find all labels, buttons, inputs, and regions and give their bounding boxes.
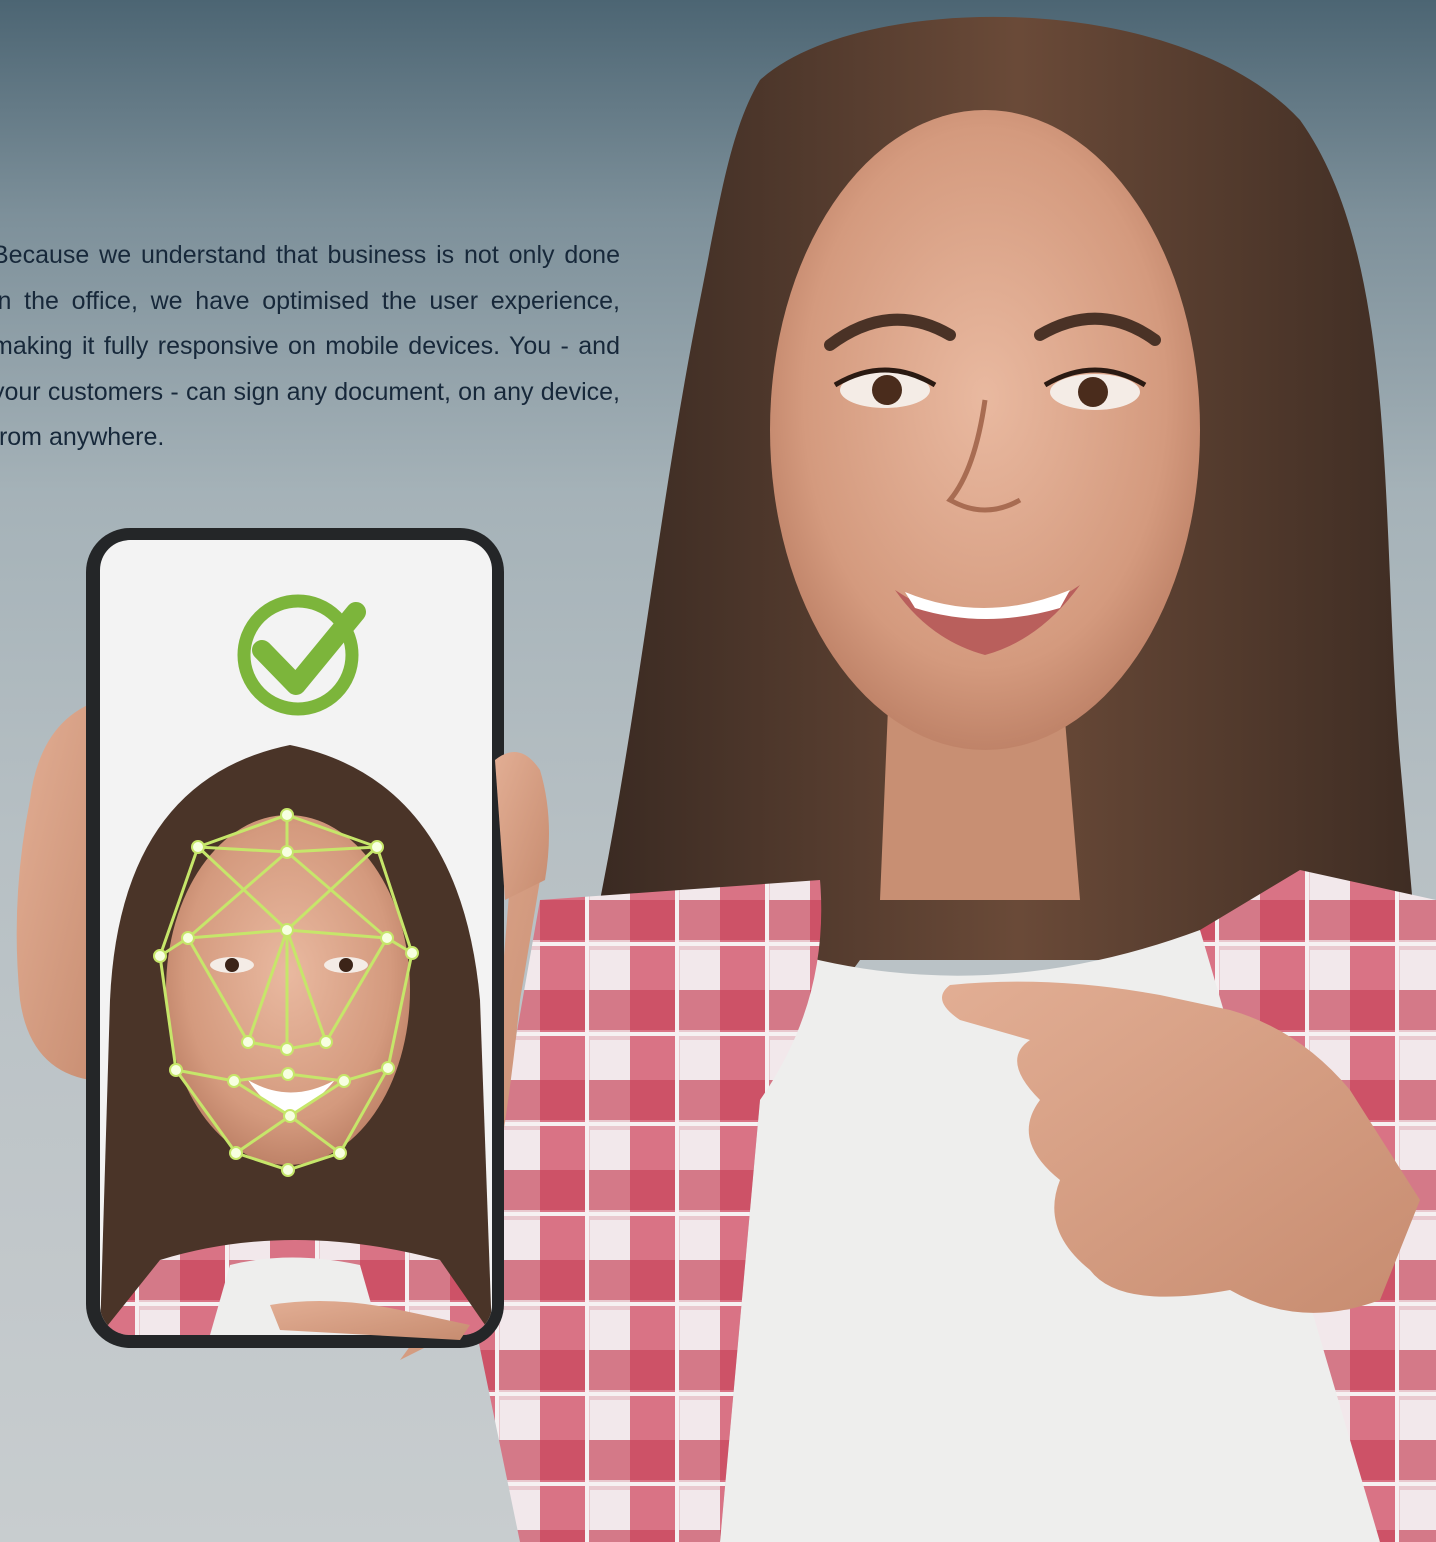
intro-paragraph: Because we understand that business is n… (0, 241, 620, 450)
intro-text-block: Because we understand that business is n… (0, 0, 626, 450)
